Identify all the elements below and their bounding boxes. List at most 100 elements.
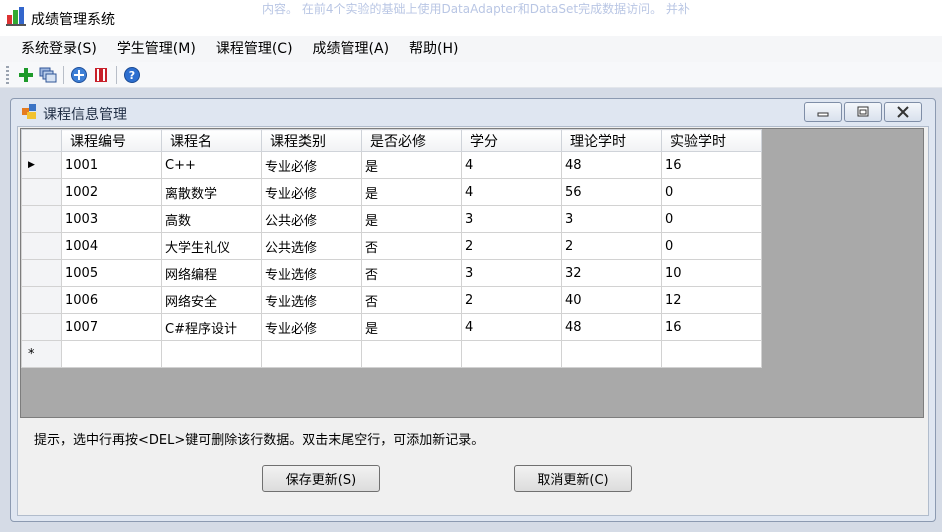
cell-lab-hours[interactable]: 10 <box>661 259 762 287</box>
cell-lab-hours[interactable]: 16 <box>661 151 762 179</box>
cell-theory-hours[interactable]: 56 <box>561 178 662 206</box>
new-row-cell[interactable] <box>661 340 762 368</box>
cell-credits[interactable]: 3 <box>461 259 562 287</box>
cell-course-name[interactable]: C#程序设计 <box>161 313 262 341</box>
cascade-windows-icon[interactable] <box>37 64 59 86</box>
table-row[interactable]: 1006 网络安全 专业选修否 2 40 12 <box>21 286 762 314</box>
cell-theory-hours[interactable]: 2 <box>561 232 662 260</box>
menu-bar: 系统登录(S) 学生管理(M) 课程管理(C) 成绩管理(A) 帮助(H) <box>0 36 942 62</box>
row-header[interactable] <box>21 259 62 287</box>
new-row-cell[interactable] <box>261 340 362 368</box>
menu-help[interactable]: 帮助(H) <box>399 36 468 62</box>
cell-course-id[interactable]: 1002 <box>61 178 162 206</box>
new-row-cell[interactable] <box>161 340 262 368</box>
cell-theory-hours[interactable]: 48 <box>561 313 662 341</box>
new-row-cell[interactable] <box>561 340 662 368</box>
add-icon[interactable] <box>15 64 37 86</box>
column-header-course-id[interactable]: 课程编号 <box>61 129 162 152</box>
column-header-required[interactable]: 是否必修 <box>361 129 462 152</box>
close-button[interactable] <box>884 102 922 122</box>
cell-lab-hours[interactable]: 0 <box>661 205 762 233</box>
table-row[interactable]: 1007 C#程序设计 专业必修是 4 48 16 <box>21 313 762 341</box>
cell-lab-hours[interactable]: 0 <box>661 232 762 260</box>
course-data-grid[interactable]: 课程编号 课程名 课程类别 是否必修 学分 理论学时 实验学时 ▶ 1001 C++… <box>20 128 924 418</box>
row-header[interactable] <box>21 232 62 260</box>
column-header-course-name[interactable]: 课程名 <box>161 129 262 152</box>
cell-required[interactable]: 否 <box>361 259 462 287</box>
cell-course-category[interactable]: 专业选修 <box>261 286 362 314</box>
cell-course-id[interactable]: 1003 <box>61 205 162 233</box>
table-row[interactable]: 1002 离散数学 专业必修是 4 56 0 <box>21 178 762 206</box>
cell-course-id[interactable]: 1004 <box>61 232 162 260</box>
cell-credits[interactable]: 3 <box>461 205 562 233</box>
cell-lab-hours[interactable]: 16 <box>661 313 762 341</box>
cell-course-category[interactable]: 公共必修 <box>261 205 362 233</box>
row-header[interactable] <box>21 286 62 314</box>
menu-system-login[interactable]: 系统登录(S) <box>11 36 107 62</box>
cell-course-name[interactable]: 离散数学 <box>161 178 262 206</box>
row-header[interactable]: ▶ <box>21 151 62 179</box>
cell-required[interactable]: 否 <box>361 232 462 260</box>
cell-credits[interactable]: 4 <box>461 151 562 179</box>
cell-theory-hours[interactable]: 32 <box>561 259 662 287</box>
row-header[interactable] <box>21 205 62 233</box>
cell-course-id[interactable]: 1005 <box>61 259 162 287</box>
new-row-cell[interactable] <box>361 340 462 368</box>
help-icon[interactable]: ? <box>121 64 143 86</box>
minimize-button[interactable] <box>804 102 842 122</box>
cell-course-name[interactable]: 网络安全 <box>161 286 262 314</box>
cell-theory-hours[interactable]: 48 <box>561 151 662 179</box>
cell-course-name[interactable]: 高数 <box>161 205 262 233</box>
table-row[interactable]: 1003 高数 公共必修是 3 3 0 <box>21 205 762 233</box>
zoom-plus-icon[interactable] <box>68 64 90 86</box>
cell-course-category[interactable]: 专业必修 <box>261 313 362 341</box>
cell-lab-hours[interactable]: 12 <box>661 286 762 314</box>
cell-course-id[interactable]: 1001 <box>61 151 162 179</box>
save-button[interactable]: 保存更新(S) <box>262 465 380 492</box>
column-header-credits[interactable]: 学分 <box>461 129 562 152</box>
new-row-cell[interactable] <box>61 340 162 368</box>
cell-course-name[interactable]: 网络编程 <box>161 259 262 287</box>
cell-required[interactable]: 是 <box>361 205 462 233</box>
cell-lab-hours[interactable]: 0 <box>661 178 762 206</box>
cell-theory-hours[interactable]: 3 <box>561 205 662 233</box>
table-row[interactable]: 1005 网络编程 专业选修否 3 32 10 <box>21 259 762 287</box>
cell-credits[interactable]: 4 <box>461 313 562 341</box>
table-row[interactable]: 1004 大学生礼仪 公共选修否 2 2 0 <box>21 232 762 260</box>
menu-grade-management[interactable]: 成绩管理(A) <box>303 36 400 62</box>
cell-course-name[interactable]: 大学生礼仪 <box>161 232 262 260</box>
cell-course-category[interactable]: 公共选修 <box>261 232 362 260</box>
column-header-theory-hours[interactable]: 理论学时 <box>561 129 662 152</box>
cell-course-category[interactable]: 专业必修 <box>261 151 362 179</box>
column-header-lab-hours[interactable]: 实验学时 <box>661 129 762 152</box>
cancel-button[interactable]: 取消更新(C) <box>514 465 632 492</box>
book-icon[interactable] <box>90 64 112 86</box>
cell-course-category[interactable]: 专业选修 <box>261 259 362 287</box>
cell-course-id[interactable]: 1007 <box>61 313 162 341</box>
row-header-corner[interactable] <box>21 129 62 152</box>
cell-theory-hours[interactable]: 40 <box>561 286 662 314</box>
cell-course-category[interactable]: 专业必修 <box>261 178 362 206</box>
toolbar-grip[interactable] <box>6 65 9 84</box>
cell-course-id[interactable]: 1006 <box>61 286 162 314</box>
row-header[interactable] <box>21 313 62 341</box>
menu-student-management[interactable]: 学生管理(M) <box>107 36 206 62</box>
new-row-header[interactable]: * <box>21 340 62 368</box>
course-info-window: 课程信息管理 课程编号 课程名 课程类别 是否必修 学分 理论学时 实验学时 ▶… <box>10 98 936 522</box>
toolbar-separator <box>63 65 64 84</box>
cell-credits[interactable]: 4 <box>461 178 562 206</box>
restore-button[interactable] <box>844 102 882 122</box>
table-row[interactable]: ▶ 1001 C++ 专业必修是 4 48 16 <box>21 151 762 179</box>
cell-required[interactable]: 是 <box>361 178 462 206</box>
row-header[interactable] <box>21 178 62 206</box>
column-header-course-category[interactable]: 课程类别 <box>261 129 362 152</box>
cell-credits[interactable]: 2 <box>461 286 562 314</box>
menu-course-management[interactable]: 课程管理(C) <box>206 36 303 62</box>
cell-required[interactable]: 是 <box>361 313 462 341</box>
cell-required[interactable]: 否 <box>361 286 462 314</box>
new-record-row[interactable]: * <box>21 340 762 368</box>
new-row-cell[interactable] <box>461 340 562 368</box>
cell-credits[interactable]: 2 <box>461 232 562 260</box>
cell-course-name[interactable]: C++ <box>161 151 262 179</box>
cell-required[interactable]: 是 <box>361 151 462 179</box>
